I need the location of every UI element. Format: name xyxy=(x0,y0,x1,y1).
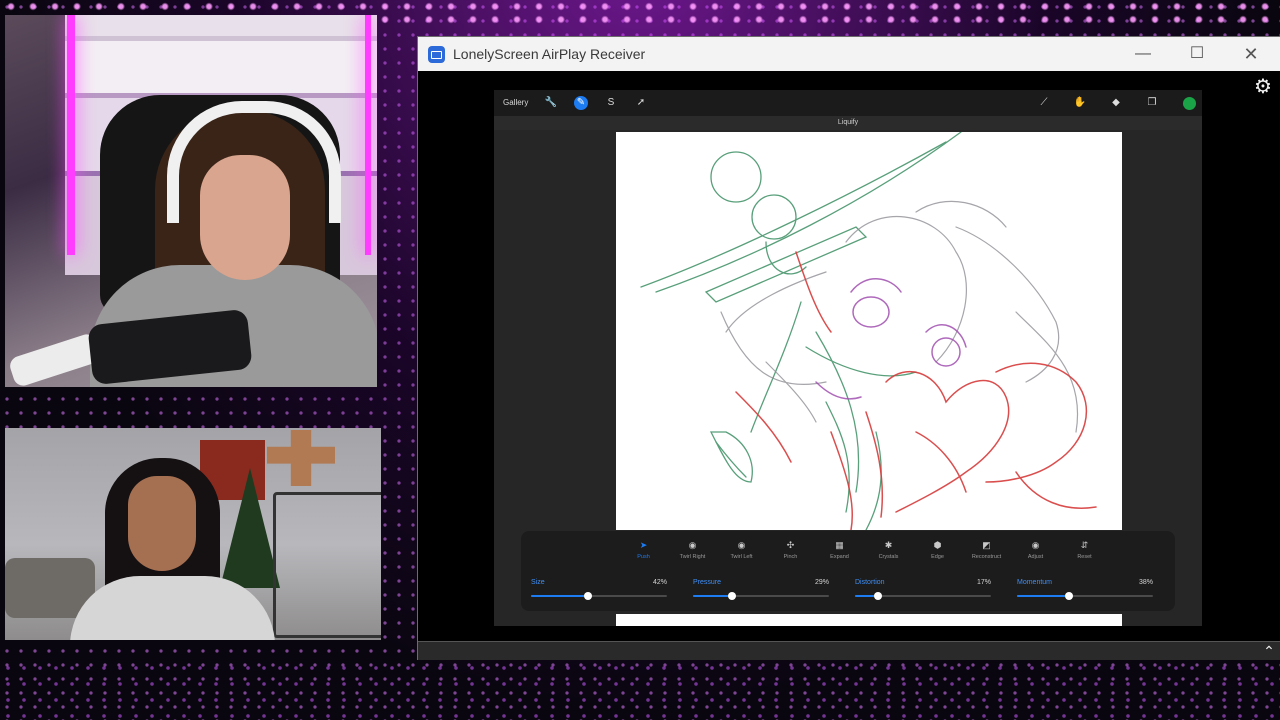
minimize-button[interactable]: — xyxy=(1120,41,1166,67)
ipad-screen-mirror: Gallery 🔧 ✎ S ➚ ⟋ ✋ ◆ ❐ Liquify ➤ Push ◉… xyxy=(494,90,1202,626)
mode-label: Adjust xyxy=(1027,554,1044,560)
maximize-button[interactable]: ☐ xyxy=(1174,41,1220,67)
slider-knob[interactable] xyxy=(584,592,592,600)
slider-value: 29% xyxy=(814,579,829,586)
mode-label: Crystals xyxy=(878,554,899,560)
slider-value: 42% xyxy=(652,579,667,586)
twirl-left-icon: ◉ xyxy=(737,540,746,550)
mode-edge[interactable]: ⬢ Edge xyxy=(913,539,962,560)
mode-label: Push xyxy=(637,554,650,560)
mode-label: Pinch xyxy=(783,554,798,560)
mode-expand[interactable]: ▦ Expand xyxy=(815,539,864,560)
mode-push[interactable]: ➤ Push xyxy=(619,539,668,560)
slider-fill xyxy=(1017,595,1069,597)
liquify-mode-label: Liquify xyxy=(494,116,1202,130)
push-icon: ➤ xyxy=(639,540,648,550)
mode-label: Reset xyxy=(1077,554,1092,560)
size-slider[interactable]: Size 42% xyxy=(531,579,667,603)
slider-label: Momentum xyxy=(1017,579,1053,586)
brush-icon[interactable]: ⟋ xyxy=(1037,96,1051,110)
mode-label: Expand xyxy=(830,554,849,560)
slider-label: Size xyxy=(531,579,545,586)
wall-decoration xyxy=(267,430,335,486)
smudge-icon[interactable]: ✋ xyxy=(1073,96,1087,110)
mode-label: Reconstruct xyxy=(971,554,1002,560)
window-title: LonelyScreen AirPlay Receiver xyxy=(453,46,646,62)
mode-reconstruct[interactable]: ◩ Reconstruct xyxy=(962,539,1011,560)
mode-twirl-left[interactable]: ◉ Twirl Left xyxy=(717,539,766,560)
mode-adjust[interactable]: ◉ Adjust xyxy=(1011,539,1060,560)
canvas-bottom-edge xyxy=(616,614,1122,626)
gallery-button[interactable]: Gallery xyxy=(503,98,528,107)
crystals-icon: ✱ xyxy=(884,540,893,550)
slider-label: Pressure xyxy=(693,579,722,586)
wrench-icon[interactable]: 🔧 xyxy=(544,96,558,110)
webcam-feed-guest xyxy=(5,428,381,640)
webcam-feed-host xyxy=(5,15,377,387)
slider-knob[interactable] xyxy=(1065,592,1073,600)
headphones xyxy=(167,101,341,223)
expand-icon: ▦ xyxy=(835,540,844,550)
shelf-rack xyxy=(273,492,381,638)
overlay-bottom-dots xyxy=(0,660,1280,720)
slider-fill xyxy=(531,595,588,597)
edge-icon: ⬢ xyxy=(933,540,942,550)
liquify-sliders: Size 42% Pressure 29% Distortion 17% Mom… xyxy=(531,579,1165,603)
procreate-toolbar: Gallery 🔧 ✎ S ➚ ⟋ ✋ ◆ ❐ xyxy=(494,90,1202,116)
guest-face xyxy=(128,476,196,571)
chevron-up-icon[interactable]: ⌃ xyxy=(1260,642,1278,660)
slider-value: 17% xyxy=(976,579,991,586)
layers-icon[interactable]: ❐ xyxy=(1145,96,1159,110)
mode-label: Twirl Left xyxy=(730,554,753,560)
app-screen-icon xyxy=(428,46,445,63)
gear-icon[interactable]: ⚙ xyxy=(1254,77,1274,97)
neon-light-strip xyxy=(365,15,371,255)
mode-crystals[interactable]: ✱ Crystals xyxy=(864,539,913,560)
color-swatch[interactable] xyxy=(1183,97,1196,110)
momentum-slider[interactable]: Momentum 38% xyxy=(1017,579,1153,603)
mode-reset[interactable]: ⇵ Reset xyxy=(1060,539,1109,560)
title-bar[interactable]: LonelyScreen AirPlay Receiver — ☐ ✕ xyxy=(418,37,1280,71)
pinch-icon: ✣ xyxy=(786,540,795,550)
adjust-icon: ◉ xyxy=(1031,540,1040,550)
slider-knob[interactable] xyxy=(728,592,736,600)
adjustments-icon[interactable]: ✎ xyxy=(574,96,588,110)
slider-fill xyxy=(693,595,732,597)
sketch-artwork xyxy=(640,132,1097,530)
pressure-slider[interactable]: Pressure 29% xyxy=(693,579,829,603)
liquify-mode-list: ➤ Push ◉ Twirl Right ◉ Twirl Left ✣ Pinc… xyxy=(619,539,1109,560)
reconstruct-icon: ◩ xyxy=(982,540,991,550)
drawing-canvas[interactable] xyxy=(616,132,1122,530)
slider-label: Distortion xyxy=(855,579,885,586)
distortion-slider[interactable]: Distortion 17% xyxy=(855,579,991,603)
twirl-right-icon: ◉ xyxy=(688,540,697,550)
neon-light-strip xyxy=(67,15,75,255)
reset-icon: ⇵ xyxy=(1080,540,1089,550)
mode-label: Edge xyxy=(931,554,944,560)
mode-label: Twirl Right xyxy=(679,554,706,560)
selection-icon[interactable]: S xyxy=(604,96,618,110)
slider-value: 38% xyxy=(1138,579,1153,586)
airplay-receiver-window: LonelyScreen AirPlay Receiver — ☐ ✕ ⚙ Ga… xyxy=(417,36,1280,660)
mode-pinch[interactable]: ✣ Pinch xyxy=(766,539,815,560)
eraser-icon[interactable]: ◆ xyxy=(1109,96,1123,110)
slider-knob[interactable] xyxy=(874,592,882,600)
close-button[interactable]: ✕ xyxy=(1228,41,1274,67)
liquify-panel: ➤ Push ◉ Twirl Right ◉ Twirl Left ✣ Pinc… xyxy=(521,531,1175,611)
transform-icon[interactable]: ➚ xyxy=(634,96,648,110)
mode-twirl-right[interactable]: ◉ Twirl Right xyxy=(668,539,717,560)
horizontal-scrollbar[interactable]: ⌃ xyxy=(418,641,1280,660)
